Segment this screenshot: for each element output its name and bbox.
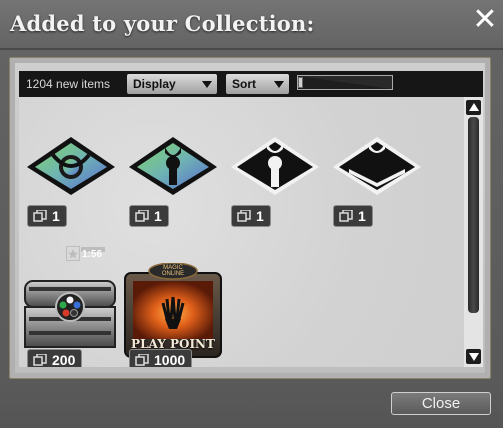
quantity-badge: 1000 [129,349,193,367]
quantity-value: 1 [256,208,264,224]
quantity-badge: 1 [231,205,271,227]
sort-dropdown[interactable]: Sort [226,74,289,94]
quantity-badge: 1 [333,205,373,227]
header-divider [0,48,503,50]
collection-item[interactable]: 1 [23,133,119,233]
chevron-down-icon [274,81,284,88]
set-symbol-blue-green-icon [27,137,115,195]
cards-icon [135,210,149,222]
cards-icon [135,354,149,366]
collection-item[interactable]: 200 [21,273,121,367]
quantity-badge: 1 [27,205,67,227]
collection-toolbar: 1204 new items Display Sort [19,71,483,97]
collection-window: Added to your Collection: ✕ 1204 new ite… [0,0,503,428]
collection-item[interactable]: 1 [227,133,323,233]
chevron-down-icon [202,81,212,88]
treasure-chest-icon [24,280,116,348]
quantity-value: 1000 [154,352,186,367]
close-button[interactable]: Close [391,392,491,415]
zoom-slider-track [298,76,392,89]
zoom-slider-handle[interactable] [298,77,303,88]
display-dropdown[interactable]: Display [127,74,217,94]
quantity-value: 1 [52,208,60,224]
scroll-up-icon[interactable] [466,100,481,115]
new-items-count: 1204 new items [26,77,111,91]
cards-icon [33,210,47,222]
magic-online-logo: MAGIC ONLINE [153,265,193,277]
close-icon[interactable]: ✕ [472,5,498,35]
collection-grid: 1 1 1 1 200 MAGIC ONLINE PLAY POINT 1000 [19,97,464,367]
set-symbol-blue-green-keyhole-icon [129,137,217,195]
window-title: Added to your Collection: [10,11,315,36]
set-symbol-black-keyhole-icon [231,137,319,195]
set-symbol-black-crown-icon [333,137,421,195]
timer-chip: 1:56 [66,246,106,263]
scroll-down-icon[interactable] [466,349,481,364]
sort-dropdown-label: Sort [232,77,256,91]
collection-item[interactable]: 1 [329,133,425,233]
quantity-badge: 1 [129,205,169,227]
cards-icon [339,210,353,222]
cards-icon [237,210,251,222]
quantity-value: 1 [358,208,366,224]
timer-text: 1:56 [82,249,103,260]
logo-text: MAGIC ONLINE [161,265,185,277]
collection-item[interactable]: 1 [125,133,221,233]
cards-icon [33,354,47,366]
collection-scrollbar[interactable] [464,97,483,367]
display-dropdown-label: Display [133,77,176,91]
collection-item[interactable]: MAGIC ONLINE PLAY POINT 1000 [123,263,223,367]
zoom-slider[interactable] [297,75,393,90]
scroll-thumb[interactable] [468,117,479,313]
quantity-value: 1 [154,208,162,224]
quantity-value: 200 [52,352,76,367]
quantity-badge: 200 [27,349,83,367]
